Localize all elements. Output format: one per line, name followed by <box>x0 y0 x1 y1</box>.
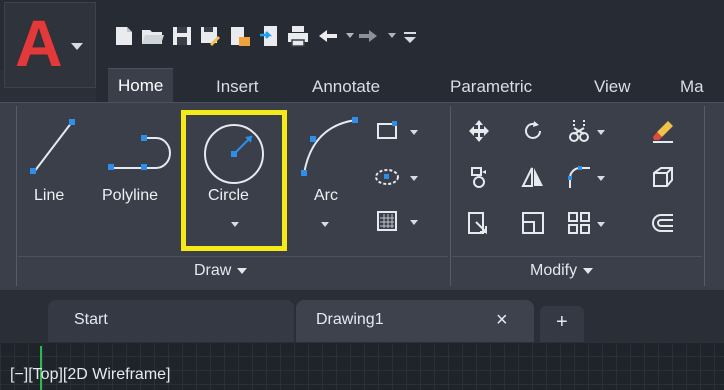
draw-panel-label: Draw <box>194 262 232 279</box>
polyline-label: Polyline <box>102 187 159 204</box>
hatch-dropdown-icon[interactable] <box>410 220 418 225</box>
line-button[interactable] <box>22 112 82 182</box>
ellipse-dropdown-icon[interactable] <box>410 176 418 181</box>
line-label: Line <box>34 187 65 204</box>
app-logo-letter: A <box>15 6 63 80</box>
panel-separator <box>16 106 17 286</box>
scale-icon[interactable] <box>520 210 546 236</box>
plus-icon: + <box>556 311 568 333</box>
move-icon[interactable] <box>466 118 492 144</box>
tab-annotate[interactable]: Annotate <box>302 74 390 100</box>
modify-panel-label: Modify <box>530 262 578 279</box>
save-as-icon[interactable] <box>198 24 222 48</box>
application-menu-button[interactable]: A <box>4 2 96 88</box>
tab-home[interactable]: Home <box>108 68 174 103</box>
undo-dropdown-icon[interactable] <box>346 33 354 38</box>
customize-icon[interactable] <box>398 24 422 48</box>
line-icon <box>30 119 75 174</box>
save-icon[interactable] <box>170 24 194 48</box>
polyline-icon <box>108 135 171 170</box>
rotate-icon[interactable] <box>520 118 546 144</box>
save-to-web-icon[interactable] <box>258 24 282 48</box>
erase-icon[interactable] <box>650 118 676 144</box>
rectangle-icon[interactable] <box>374 118 400 144</box>
panel-title-divider <box>452 256 702 257</box>
viewport-controls-label[interactable]: [−][Top][2D Wireframe] <box>10 366 171 384</box>
plot-icon[interactable] <box>286 24 310 48</box>
arc-icon <box>301 117 358 176</box>
offset-icon[interactable] <box>650 210 676 236</box>
tab-manage[interactable]: Ma <box>670 74 714 100</box>
chevron-down-icon <box>583 267 594 274</box>
tab-drawing1-label: Drawing1 <box>316 311 384 328</box>
chevron-down-icon <box>71 43 83 50</box>
open-icon[interactable] <box>140 24 164 48</box>
mirror-icon[interactable] <box>520 164 546 190</box>
stretch-icon[interactable] <box>466 210 492 236</box>
close-icon[interactable]: × <box>496 300 508 340</box>
redo-icon[interactable] <box>356 24 380 48</box>
rectangle-dropdown-icon[interactable] <box>410 130 418 135</box>
chevron-down-icon <box>237 267 248 274</box>
panel-separator <box>450 106 451 286</box>
explode-icon[interactable] <box>650 164 676 190</box>
tab-insert[interactable]: Insert <box>206 74 269 100</box>
polyline-button[interactable] <box>100 112 180 182</box>
draw-panel-title[interactable]: Draw <box>194 258 248 284</box>
arc-label: Arc <box>314 187 338 204</box>
tab-view[interactable]: View <box>584 74 641 100</box>
undo-icon[interactable] <box>316 24 340 48</box>
redo-dropdown-icon[interactable] <box>388 33 396 38</box>
new-icon[interactable] <box>112 24 136 48</box>
panel-title-divider <box>18 256 448 257</box>
arc-dropdown-icon[interactable] <box>321 222 329 227</box>
trim-dropdown-icon[interactable] <box>597 130 605 135</box>
ellipse-icon[interactable] <box>374 164 400 190</box>
trim-icon[interactable] <box>566 118 592 144</box>
tab-parametric[interactable]: Parametric <box>440 74 542 100</box>
copy-icon[interactable] <box>466 164 492 190</box>
fillet-icon[interactable] <box>566 164 592 190</box>
panel-separator <box>704 106 705 286</box>
tab-start-label: Start <box>74 311 108 328</box>
circle-highlight-box <box>181 110 287 251</box>
arc-button[interactable] <box>294 112 364 182</box>
open-from-web-icon[interactable] <box>228 24 252 48</box>
hatch-icon[interactable] <box>374 208 400 234</box>
array-icon[interactable] <box>566 210 592 236</box>
array-dropdown-icon[interactable] <box>597 222 605 227</box>
fillet-dropdown-icon[interactable] <box>597 176 605 181</box>
modify-panel-title[interactable]: Modify <box>530 258 594 284</box>
